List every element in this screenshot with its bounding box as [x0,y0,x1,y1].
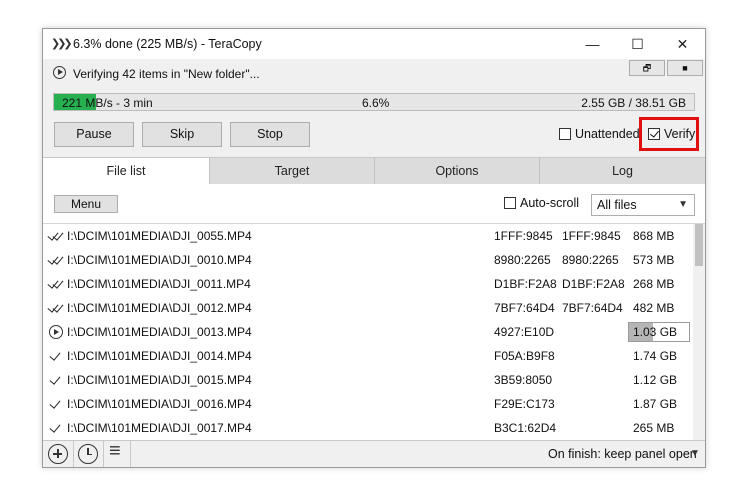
table-row[interactable]: I:\DCIM\101MEDIA\DJI_0055.MP4 1FFF:9845 1F… [43,224,693,248]
triple-chevron-icon: ❯❯❯ [51,38,73,50]
source-hash: D1BF:F2A8 [494,277,557,291]
file-path: I:\DCIM\101MEDIA\DJI_0055.MP4 [67,229,252,243]
verify-check-box[interactable] [648,128,660,140]
source-hash: 8980:2265 [494,253,551,267]
file-path: I:\DCIM\101MEDIA\DJI_0010.MP4 [67,253,252,267]
file-size: 1.03 GB [633,325,678,339]
pause-button[interactable]: Pause [54,122,134,147]
source-hash: B3C1:62D4 [494,421,557,435]
double-check-icon [47,272,64,296]
progress-size: 2.55 GB / 38.51 GB [581,96,686,110]
unattended-checkbox[interactable]: Unattended [559,127,640,141]
vertical-scrollbar[interactable] [693,224,705,440]
verify-label: Verify [664,127,696,141]
file-size: 482 MB [633,301,675,315]
file-path: I:\DCIM\101MEDIA\DJI_0015.MP4 [67,373,252,387]
file-list: I:\DCIM\101MEDIA\DJI_0055.MP4 1FFF:9845 1F… [43,224,705,440]
teracopy-window: ❯❯❯ 6.3% done (225 MB/s) - TeraCopy — ☐ … [42,28,706,468]
file-size: 1.87 GB [633,397,678,411]
play-circle-icon [49,320,63,344]
target-hash: D1BF:F2A8 [562,277,625,291]
unattended-label: Unattended [575,127,640,141]
file-size: 1.74 GB [633,349,678,363]
unattended-check-box[interactable] [559,128,571,140]
file-size: 1.12 GB [633,373,678,387]
stop-square-button[interactable]: ■ [667,60,703,76]
file-size: 573 MB [633,253,675,267]
autoscroll-label: Auto-scroll [520,196,580,210]
file-size: 868 MB [633,229,675,243]
file-progress-bar: 1.03 GB [628,322,690,342]
on-finish-select[interactable]: On finish: keep panel open [548,447,697,461]
status-text: Verifying 42 items in "New folder"... [73,67,260,81]
list-menu-icon[interactable] [107,440,127,464]
chevron-down-icon[interactable]: ▼ [690,448,700,459]
file-path: I:\DCIM\101MEDIA\DJI_0014.MP4 [67,349,252,363]
play-circle-icon [53,66,66,79]
source-hash: F05A:B9F8 [494,349,555,363]
tab-target[interactable]: Target [209,158,374,185]
tab-file-list[interactable]: File list [43,158,209,185]
bottom-bar: On finish: keep panel open ▼ [43,440,705,467]
window-title: 6.3% done (225 MB/s) - TeraCopy [73,37,262,51]
target-hash: 1FFF:9845 [562,229,621,243]
table-row[interactable]: I:\DCIM\101MEDIA\DJI_0017.MP4 B3C1:62D4 26… [43,416,693,440]
tab-options[interactable]: Options [374,158,539,185]
target-hash: 8980:2265 [562,253,619,267]
tab-log[interactable]: Log [539,158,705,185]
maximize-button[interactable]: ☐ [615,29,660,59]
separator [103,441,104,467]
file-path: I:\DCIM\101MEDIA\DJI_0011.MP4 [67,277,251,291]
file-path: I:\DCIM\101MEDIA\DJI_0016.MP4 [67,397,252,411]
tab-bar: File list Target Options Log [43,157,705,185]
check-icon [49,344,63,368]
stop-button[interactable]: Stop [230,122,310,147]
overall-progress-bar: 221 MB/s - 3 min 6.6% 2.55 GB / 38.51 GB [53,93,695,111]
autoscroll-checkbox[interactable]: Auto-scroll [504,196,579,210]
table-row[interactable]: I:\DCIM\101MEDIA\DJI_0010.MP4 8980:2265 89… [43,248,693,272]
progress-speed-eta: 221 MB/s - 3 min [62,96,153,110]
menu-button[interactable]: Menu [54,195,118,213]
double-check-icon [47,224,64,248]
close-button[interactable]: ✕ [660,29,705,59]
table-row[interactable]: I:\DCIM\101MEDIA\DJI_0011.MP4 D1BF:F2A8 D1… [43,272,693,296]
table-row[interactable]: I:\DCIM\101MEDIA\DJI_0015.MP4 3B59:8050 1.… [43,368,693,392]
source-hash: F29E:C173 [494,397,555,411]
add-circle-icon[interactable] [48,444,68,464]
file-path: I:\DCIM\101MEDIA\DJI_0013.MP4 [67,325,252,339]
check-icon [49,416,63,440]
source-hash: 4927:E10D [494,325,555,339]
check-icon [49,368,63,392]
file-size: 265 MB [633,421,675,435]
minimize-button[interactable]: — [570,29,615,59]
source-hash: 7BF7:64D4 [494,301,555,315]
file-path: I:\DCIM\101MEDIA\DJI_0012.MP4 [67,301,252,315]
autoscroll-check-box[interactable] [504,197,516,209]
skip-button[interactable]: Skip [142,122,222,147]
restore-panel-button[interactable]: 🗗 [629,60,665,76]
check-icon [49,392,63,416]
source-hash: 1FFF:9845 [494,229,553,243]
table-row[interactable]: I:\DCIM\101MEDIA\DJI_0014.MP4 F05A:B9F8 1.… [43,344,693,368]
separator [73,441,74,467]
file-list-toolbar: Menu Auto-scroll All files ▼ [43,184,705,224]
double-check-icon [47,296,64,320]
history-clock-icon[interactable] [78,444,98,464]
source-hash: 3B59:8050 [494,373,553,387]
double-check-icon [47,248,64,272]
file-filter-select[interactable]: All files ▼ [591,194,695,216]
file-path: I:\DCIM\101MEDIA\DJI_0017.MP4 [67,421,252,435]
table-row[interactable]: I:\DCIM\101MEDIA\DJI_0012.MP4 7BF7:64D4 7B… [43,296,693,320]
chevron-down-icon: ▼ [678,199,688,210]
progress-percent: 6.6% [362,96,390,110]
title-bar[interactable]: ❯❯❯ 6.3% done (225 MB/s) - TeraCopy — ☐ … [43,29,705,59]
file-filter-value: All files [597,198,637,212]
table-row[interactable]: I:\DCIM\101MEDIA\DJI_0013.MP4 4927:E10D 1.… [43,320,693,344]
scrollbar-thumb[interactable] [695,224,703,266]
file-size: 268 MB [633,277,675,291]
target-hash: 7BF7:64D4 [562,301,623,315]
table-row[interactable]: I:\DCIM\101MEDIA\DJI_0016.MP4 F29E:C173 1.… [43,392,693,416]
separator [130,441,131,467]
verify-checkbox[interactable]: Verify [648,127,695,141]
